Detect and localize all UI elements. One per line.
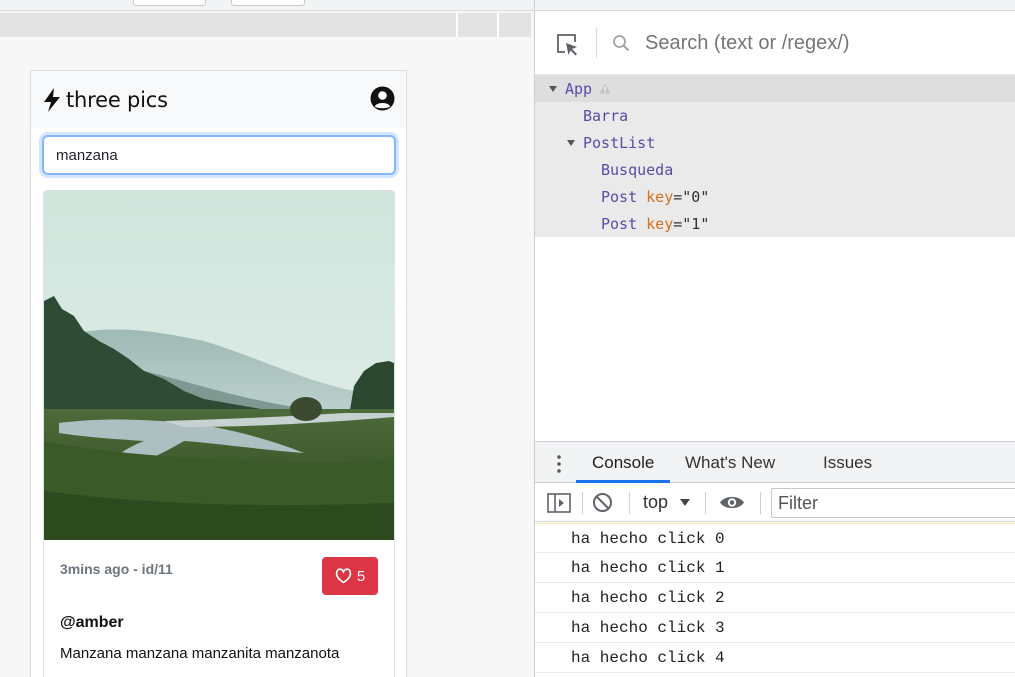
tree-node-app[interactable]: App xyxy=(535,75,1015,102)
post-username: @amber xyxy=(60,614,124,631)
component-search-input[interactable] xyxy=(645,29,1005,57)
key-value: "1" xyxy=(682,214,710,233)
devtools-top-strip xyxy=(535,0,1015,11)
eye-icon[interactable] xyxy=(719,494,745,511)
chevron-down-icon xyxy=(680,499,691,506)
navbar: three pics xyxy=(31,71,406,128)
component-name: Busqueda xyxy=(601,160,674,179)
search-input[interactable] xyxy=(42,135,396,175)
console-message: ha hecho click 4 xyxy=(535,643,1015,673)
console-message: ha hecho click 2 xyxy=(535,583,1015,613)
toolbar-button[interactable] xyxy=(231,0,305,6)
console-message: ha hecho click 1 xyxy=(535,553,1015,583)
device-ruler-bar xyxy=(0,13,531,37)
app-viewport: three pics manzana 3mins ago - id/11 5 @… xyxy=(30,70,407,677)
console-message-text: ha hecho click 3 xyxy=(571,619,725,637)
tree-node-post-1[interactable]: Post key = "1" xyxy=(601,210,709,237)
tab-whats-new[interactable]: What's New xyxy=(685,453,775,473)
user-circle-icon[interactable] xyxy=(370,86,395,111)
toolbar-button[interactable] xyxy=(133,0,206,6)
key-value: "0" xyxy=(682,187,710,206)
console-message: ha hecho click 0 xyxy=(535,523,1015,553)
like-count: 5 xyxy=(356,567,366,585)
bolt-icon xyxy=(44,88,60,112)
tree-node-barra[interactable]: Barra xyxy=(583,102,628,129)
key-attr: key xyxy=(646,214,674,233)
devtools-pane: App Barra PostList Busqueda Post key="0"… xyxy=(534,0,1015,677)
active-tab-indicator xyxy=(576,480,670,483)
component-name: Post xyxy=(601,187,638,206)
console-message: ha hecho click 3 xyxy=(535,613,1015,643)
post-card: 3mins ago - id/11 5 @amber Manzana manza… xyxy=(43,190,395,677)
context-selector[interactable]: top xyxy=(643,492,691,513)
console-message-text: ha hecho click 1 xyxy=(571,559,725,577)
more-options-icon[interactable] xyxy=(557,454,561,474)
collapse-triangle-icon[interactable] xyxy=(549,85,557,92)
inspect-element-icon[interactable] xyxy=(555,32,579,56)
tab-console[interactable]: Console xyxy=(592,453,654,473)
post-meta: 3mins ago - id/11 xyxy=(60,561,173,577)
component-name: Post xyxy=(601,214,638,233)
warning-icon xyxy=(599,83,611,94)
like-button[interactable]: 5 xyxy=(322,557,378,595)
post-caption: Manzana manzana manzanita manzanota xyxy=(60,645,340,662)
console-message-text: ha hecho click 2 xyxy=(571,589,725,607)
search-icon xyxy=(613,35,630,52)
tree-node-busqueda[interactable]: Busqueda xyxy=(601,156,673,183)
preview-top-toolbar xyxy=(0,0,534,11)
component-name: App xyxy=(565,79,593,98)
components-toolbar xyxy=(535,11,1015,75)
context-label: top xyxy=(643,492,669,512)
app-preview-pane: three pics manzana 3mins ago - id/11 5 @… xyxy=(0,0,534,677)
tree-node-post-0[interactable]: Post key = "0" xyxy=(601,183,709,210)
brand[interactable]: three pics xyxy=(43,87,168,113)
brand-title: three pics xyxy=(66,88,168,112)
component-name: Barra xyxy=(583,106,629,125)
console-toolbar: top xyxy=(535,484,1015,522)
collapse-triangle-icon[interactable] xyxy=(567,139,575,146)
post-image xyxy=(44,191,394,540)
sidebar-toggle-icon[interactable] xyxy=(547,493,571,513)
console-message-text: ha hecho click 4 xyxy=(571,649,725,667)
component-tree: App Barra PostList Busqueda Post key = "0"… xyxy=(535,75,1015,237)
tree-node-postlist[interactable]: PostList xyxy=(567,129,655,156)
console-filter-input[interactable] xyxy=(771,488,1015,518)
console-message-text: ha hecho click 0 xyxy=(571,530,725,548)
component-name: PostList xyxy=(583,133,656,152)
tab-issues[interactable]: Issues xyxy=(823,453,872,473)
clear-console-icon[interactable] xyxy=(592,492,613,513)
heart-icon xyxy=(335,568,352,584)
drawer-tabbar: Console What's New Issues xyxy=(535,441,1015,483)
key-attr: key xyxy=(646,187,674,206)
